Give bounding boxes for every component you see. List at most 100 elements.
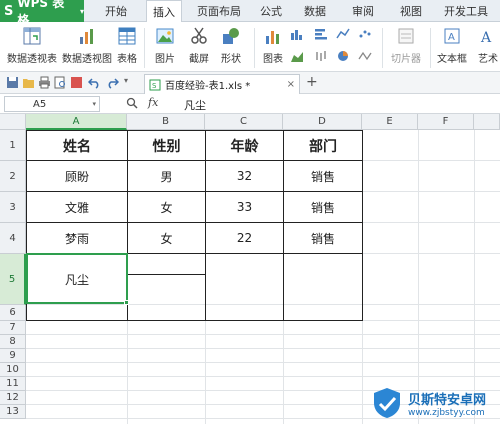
tab-review[interactable]: 审阅: [348, 0, 378, 22]
fill-handle[interactable]: [124, 300, 129, 305]
tab-data[interactable]: 数据: [300, 0, 330, 22]
wordart-button[interactable]: A 艺术: [476, 26, 500, 65]
pivot-chart-button[interactable]: 数据透视图: [62, 26, 112, 65]
tab-insert[interactable]: 插入: [146, 0, 182, 23]
cell-a5[interactable]: 凡尘: [27, 254, 127, 304]
column-header-f[interactable]: F: [418, 114, 474, 130]
tab-formula[interactable]: 公式: [256, 0, 286, 22]
ribbon-divider: [430, 28, 431, 68]
column-header-a[interactable]: A: [26, 114, 127, 130]
textbox-button[interactable]: A 文本框: [434, 26, 470, 65]
save-icon[interactable]: [6, 76, 19, 89]
cell-b1[interactable]: 性别: [128, 131, 205, 160]
grid-line: [127, 321, 128, 424]
column-header-d[interactable]: D: [283, 114, 362, 130]
grid-line: [26, 304, 500, 305]
redo-icon[interactable]: [106, 76, 119, 89]
export-pdf-icon[interactable]: [70, 76, 83, 89]
row-header-4[interactable]: 4: [0, 223, 26, 254]
table-button[interactable]: 表格: [114, 26, 140, 65]
row-header-12[interactable]: 12: [0, 391, 26, 405]
name-box[interactable]: A5 ▾: [4, 96, 100, 112]
chart-label: 图表: [263, 54, 283, 65]
row-header-13[interactable]: 13: [0, 405, 26, 419]
cell-c4[interactable]: 22: [206, 223, 283, 253]
name-box-value: A5: [33, 98, 47, 110]
slicer-button[interactable]: 切片器: [388, 26, 424, 65]
scatter-chart-icon[interactable]: [358, 28, 372, 40]
chart-button[interactable]: 图表: [260, 26, 286, 65]
undo-icon[interactable]: [88, 76, 101, 89]
cell-b3[interactable]: 女: [128, 192, 205, 222]
row-header-7[interactable]: 7: [0, 321, 26, 335]
select-all-corner[interactable]: [0, 114, 26, 130]
add-tab-button[interactable]: +: [306, 74, 318, 90]
close-icon[interactable]: ×: [287, 79, 295, 90]
row-header-2[interactable]: 2: [0, 161, 26, 192]
tab-view[interactable]: 视图: [396, 0, 426, 22]
grid-line: [26, 362, 500, 363]
fx-button[interactable]: fx: [148, 96, 158, 109]
bar-chart-icon[interactable]: [314, 28, 328, 40]
cell-b4[interactable]: 女: [128, 223, 205, 253]
other-chart-icon[interactable]: [358, 50, 372, 62]
line-chart-icon[interactable]: [336, 28, 350, 40]
pivot-table-button[interactable]: 数据透视表: [6, 26, 58, 65]
cell-d3[interactable]: 销售: [284, 192, 362, 222]
formula-input[interactable]: 凡尘: [184, 97, 206, 113]
tab-page-layout[interactable]: 页面布局: [192, 0, 246, 22]
spreadsheet-grid[interactable]: A B C D E F 1 2 3 4 5 6 7 8 9 10 11 12 1…: [0, 114, 500, 424]
shapes-button[interactable]: 形状: [216, 26, 246, 65]
row-header-6[interactable]: 6: [0, 305, 26, 321]
pie-chart-icon[interactable]: [336, 50, 350, 62]
textbox-label: 文本框: [437, 54, 467, 65]
row-header-5[interactable]: 5: [0, 254, 26, 305]
spreadsheet-file-icon: S: [149, 79, 161, 90]
ribbon: 数据透视表 数据透视图 表格 图片 截屏 形状 图表 切片器 A 文本框 A 艺…: [0, 22, 500, 72]
shapes-icon: [223, 28, 239, 44]
cell-c3[interactable]: 33: [206, 192, 283, 222]
column-header-g[interactable]: [474, 114, 500, 130]
table-border: [127, 274, 205, 275]
column-header-c[interactable]: C: [205, 114, 283, 130]
row-header-3[interactable]: 3: [0, 192, 26, 223]
watermark: 贝斯特安卓网 www.zjbstyy.com: [370, 382, 500, 424]
cell-a3[interactable]: 文雅: [27, 192, 127, 222]
cell-d4[interactable]: 销售: [284, 223, 362, 253]
picture-button[interactable]: 图片: [150, 26, 180, 65]
stock-chart-icon[interactable]: [314, 50, 328, 62]
column-chart-icon[interactable]: [290, 28, 304, 40]
column-header-b[interactable]: B: [127, 114, 205, 130]
row-header-10[interactable]: 10: [0, 363, 26, 377]
chevron-down-icon: ▾: [79, 6, 84, 16]
row-header-1[interactable]: 1: [0, 130, 26, 161]
row-header-11[interactable]: 11: [0, 377, 26, 391]
cell-c2[interactable]: 32: [206, 161, 283, 191]
row-header-9[interactable]: 9: [0, 349, 26, 363]
cell-d2[interactable]: 销售: [284, 161, 362, 191]
chart-icon: [266, 31, 279, 44]
print-icon[interactable]: [38, 76, 51, 89]
grid-line: [362, 130, 363, 424]
cell-a4[interactable]: 梦雨: [27, 223, 127, 253]
document-tab[interactable]: S 百度经验-表1.xls * ×: [144, 74, 300, 94]
zoom-icon[interactable]: [126, 97, 138, 109]
cell-a2[interactable]: 顾盼: [27, 161, 127, 191]
area-chart-icon[interactable]: [290, 50, 304, 62]
slicer-icon: [398, 28, 414, 44]
cell-b2[interactable]: 男: [128, 161, 205, 191]
column-header-e[interactable]: E: [362, 114, 418, 130]
pivot-chart-icon: [80, 29, 93, 44]
row-header-8[interactable]: 8: [0, 335, 26, 349]
tab-home[interactable]: 开始: [100, 0, 132, 22]
cell-d1[interactable]: 部门: [284, 131, 362, 160]
app-menu-button[interactable]: S WPS 表格 ▾: [0, 0, 84, 27]
scissors-icon: [191, 27, 207, 44]
open-folder-icon[interactable]: [22, 76, 35, 89]
screenshot-button[interactable]: 截屏: [184, 26, 214, 65]
cell-a1[interactable]: 姓名: [27, 131, 127, 160]
tab-developer[interactable]: 开发工具: [438, 0, 494, 22]
print-preview-icon[interactable]: [54, 76, 67, 89]
quick-access-more-icon[interactable]: ▾: [124, 76, 128, 85]
cell-c1[interactable]: 年龄: [206, 131, 283, 160]
